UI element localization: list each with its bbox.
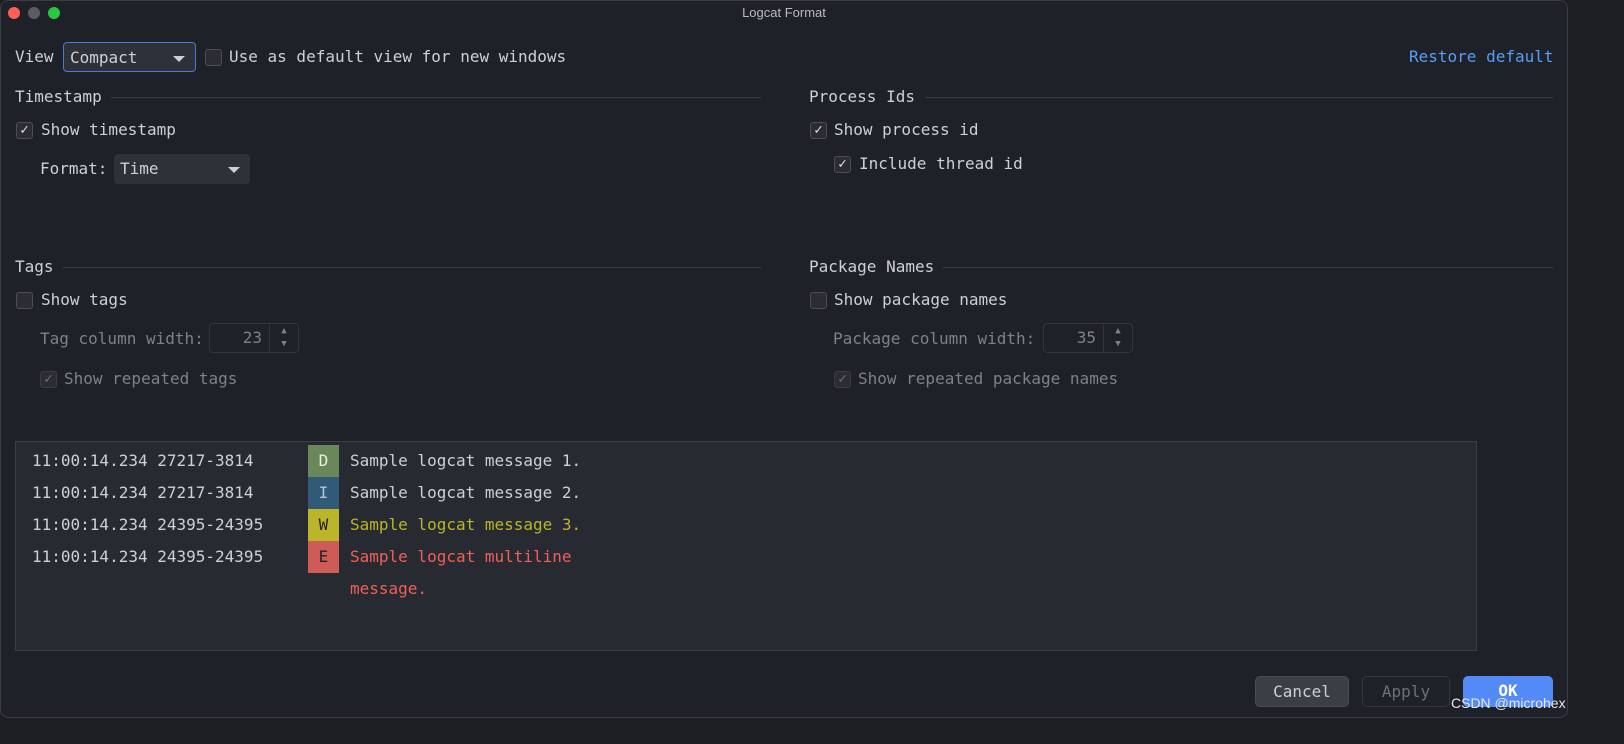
watermark: CSDN @microhex [1451, 695, 1566, 711]
process-ids-section-title: Process Ids [809, 87, 915, 106]
tags-section-title: Tags [15, 257, 54, 276]
format-selected: Time [120, 159, 159, 178]
show-process-id-label: Show process id [834, 120, 979, 139]
tag-width-spinner[interactable]: 23 ▲ ▼ [209, 323, 299, 353]
log-message: Sample logcat multiline [350, 547, 572, 566]
log-message: Sample logcat message 3. [350, 515, 582, 534]
package-width-label: Package column width: [833, 329, 1036, 348]
log-row: 11:00:14.234 27217-3814 D Sample logcat … [32, 445, 1452, 477]
maximize-window-button[interactable] [48, 7, 60, 19]
show-package-names-label: Show package names [834, 290, 1008, 309]
show-repeated-package-names-checkbox[interactable]: ✓ [834, 371, 851, 388]
package-names-section-title: Package Names [809, 257, 935, 276]
cancel-button[interactable]: Cancel [1255, 676, 1349, 707]
log-message-continuation: message. [350, 579, 428, 598]
log-time: 11:00:14.234 [32, 547, 148, 566]
divider [943, 267, 1553, 268]
log-time: 11:00:14.234 [32, 483, 148, 502]
log-message: Sample logcat message 2. [350, 483, 582, 502]
show-timestamp-label: Show timestamp [41, 120, 176, 139]
include-thread-id-checkbox[interactable]: ✓ [834, 156, 851, 173]
logcat-preview: 11:00:14.234 27217-3814 D Sample logcat … [15, 441, 1477, 651]
tag-width-label: Tag column width: [40, 329, 204, 348]
log-pid: 27217-3814 [157, 451, 254, 470]
show-repeated-tags-checkbox[interactable]: ✓ [40, 371, 57, 388]
log-level-badge: D [308, 445, 339, 477]
logcat-format-dialog: Logcat Format View Compact Use as defaul… [0, 0, 1568, 718]
log-row: 11:00:14.234 24395-24395 W Sample logcat… [32, 509, 1452, 541]
divider [63, 267, 761, 268]
package-width-value: 35 [1076, 328, 1096, 347]
package-width-spinner[interactable]: 35 ▲ ▼ [1043, 323, 1133, 353]
show-repeated-tags-label: Show repeated tags [64, 369, 238, 388]
timestamp-section-title: Timestamp [15, 87, 102, 106]
show-process-id-checkbox[interactable]: ✓ [810, 122, 827, 139]
show-tags-checkbox[interactable] [16, 292, 33, 309]
window-title: Logcat Format [742, 5, 826, 20]
log-level-badge: E [308, 541, 339, 573]
log-level-badge: I [308, 477, 339, 509]
log-pid: 24395-24395 [157, 515, 264, 534]
chevron-down-icon [228, 167, 240, 173]
divider [925, 97, 1553, 98]
log-pid: 24395-24395 [157, 547, 264, 566]
view-label: View [15, 47, 54, 66]
show-package-names-checkbox[interactable] [810, 292, 827, 309]
divider [111, 97, 761, 98]
tag-width-value: 23 [242, 328, 262, 347]
restore-default-link[interactable]: Restore default [1409, 47, 1554, 66]
log-pid: 27217-3814 [157, 483, 254, 502]
spinner-arrows-icon[interactable]: ▲ ▼ [1103, 324, 1132, 352]
default-view-label: Use as default view for new windows [229, 47, 567, 66]
log-message: Sample logcat message 1. [350, 451, 582, 470]
log-level-badge: W [308, 509, 339, 541]
format-label: Format: [40, 159, 108, 178]
view-dropdown[interactable]: Compact [63, 42, 196, 72]
view-selected: Compact [70, 48, 138, 67]
timestamp-format-dropdown[interactable]: Time [114, 154, 250, 184]
include-thread-id-label: Include thread id [859, 154, 1023, 173]
log-time: 11:00:14.234 [32, 451, 148, 470]
log-time: 11:00:14.234 [32, 515, 148, 534]
log-row: 11:00:14.234 27217-3814 I Sample logcat … [32, 477, 1452, 509]
show-repeated-package-names-label: Show repeated package names [858, 369, 1119, 388]
chevron-down-icon [173, 56, 185, 62]
show-tags-label: Show tags [41, 290, 128, 309]
apply-button[interactable]: Apply [1362, 676, 1450, 707]
spinner-arrows-icon[interactable]: ▲ ▼ [269, 324, 298, 352]
show-timestamp-checkbox[interactable]: ✓ [16, 122, 33, 139]
minimize-window-button[interactable] [28, 7, 40, 19]
log-row: 11:00:14.234 24395-24395 E Sample logcat… [32, 541, 1452, 573]
close-window-button[interactable] [8, 7, 20, 19]
default-view-checkbox[interactable] [205, 49, 222, 66]
